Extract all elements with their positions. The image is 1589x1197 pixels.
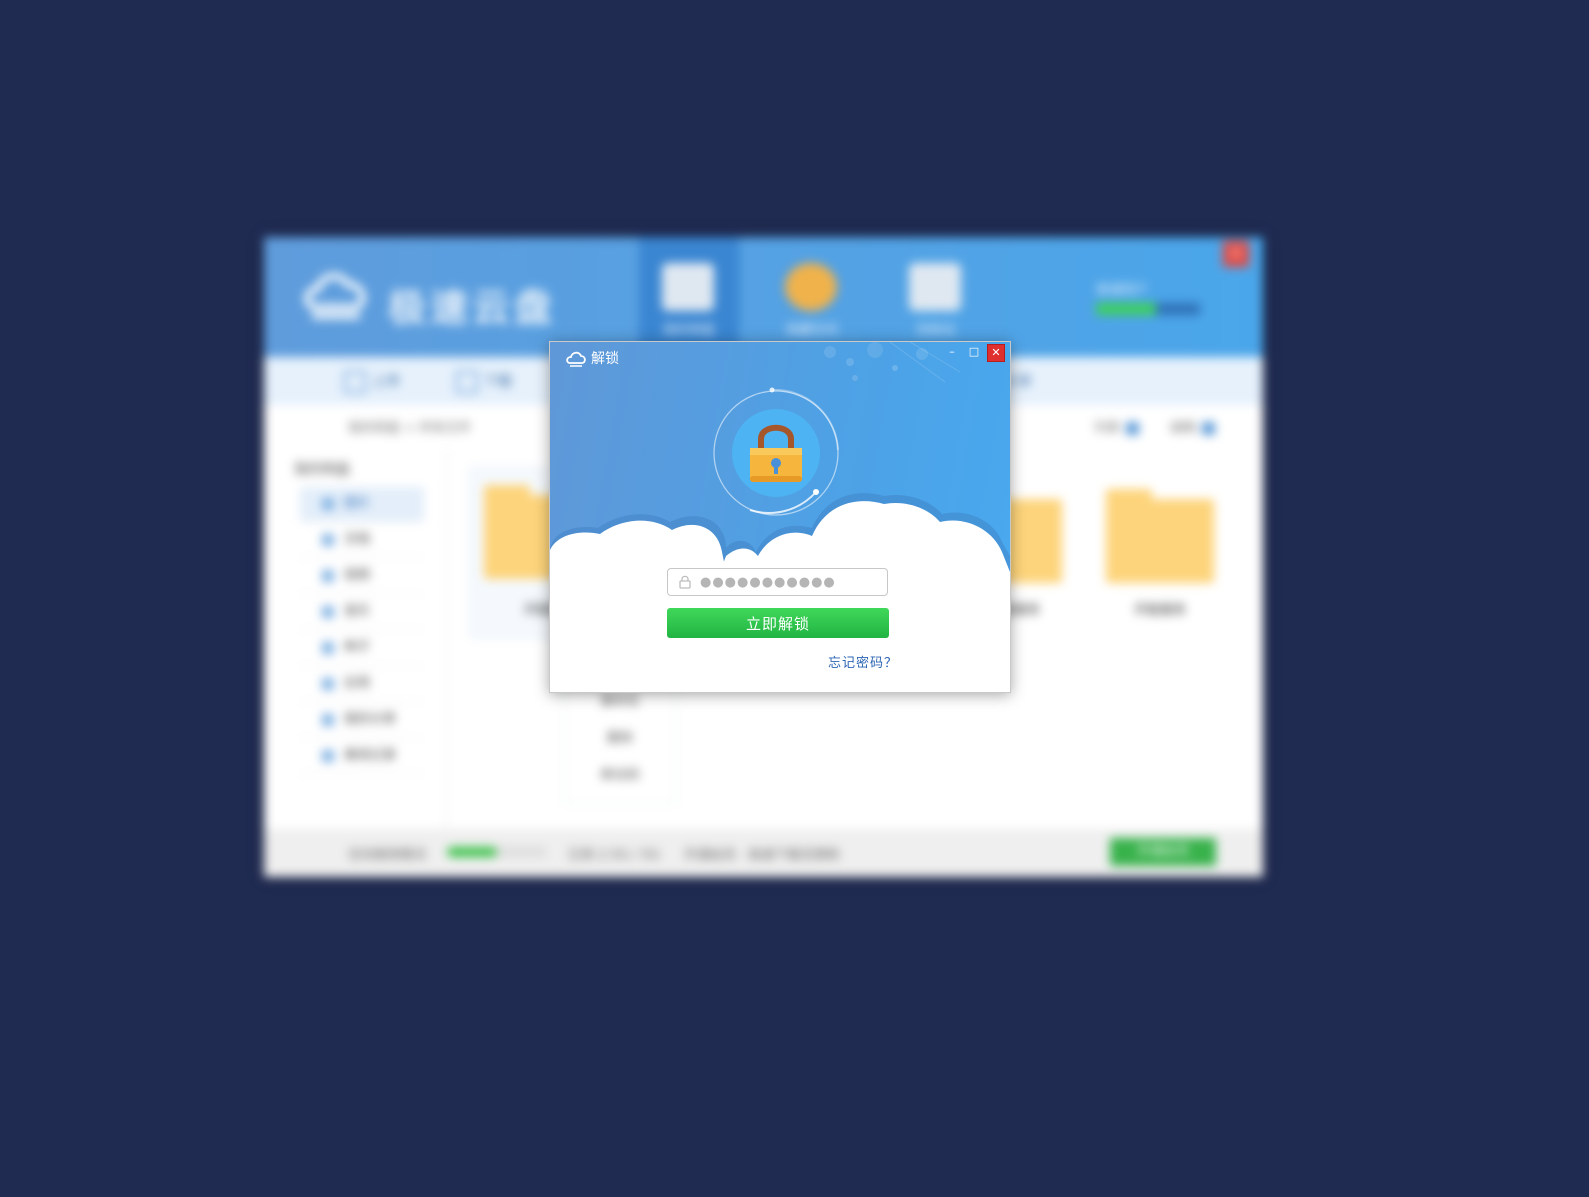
app-header: 极速云盘 我的网盘 隐藏空间 回收站 普通用户 ✕ — [264, 237, 1263, 357]
sidebar-item[interactable]: 图片 — [300, 487, 424, 522]
context-menu-item[interactable]: 删除 — [565, 720, 675, 757]
sidebar-item[interactable]: 应用 — [300, 667, 424, 702]
close-button[interactable]: ✕ — [987, 344, 1005, 362]
context-menu: 重命名 删除 移动到 — [564, 682, 676, 804]
sidebar-item[interactable]: 音乐 — [300, 595, 424, 630]
usage-bar — [447, 847, 547, 857]
sidebar-item[interactable]: 视频 — [300, 559, 424, 594]
sidebar-item[interactable]: 离线记录 — [300, 739, 424, 774]
status-label: 空间使用情况 — [348, 848, 427, 863]
status-bar: 空间使用情况 已用 2.5G / 5G 开通会员 · 极速下载无限制 开通会员 — [264, 829, 1263, 877]
context-menu-item[interactable]: 移动到 — [565, 757, 675, 794]
user-label: 普通用户 — [1096, 283, 1149, 298]
password-input[interactable] — [700, 572, 880, 592]
trash-icon — [909, 263, 961, 311]
nav-label: 隐藏空间 — [785, 323, 838, 338]
lock-icon — [679, 575, 691, 589]
nav-my-disk[interactable]: 我的网盘 — [639, 237, 739, 357]
password-field — [667, 568, 888, 596]
app-window-buttons: ✕ — [1159, 241, 1249, 267]
sidebar-item[interactable]: 文档 — [300, 523, 424, 558]
breadcrumb: 我的网盘 > 所有文件 — [348, 421, 472, 436]
dialog-title: 解锁 — [591, 351, 619, 367]
quota-bar — [1096, 303, 1200, 315]
sidebar-item[interactable]: 我的分享 — [300, 703, 424, 738]
forgot-password-link[interactable]: 忘记密码？ — [828, 652, 898, 671]
nav-recycle[interactable]: 回收站 — [886, 237, 986, 357]
view-thumb[interactable]: 缩略 — [1170, 417, 1216, 436]
cloud-icon — [566, 351, 586, 367]
sidebar-item[interactable]: 种子 — [300, 631, 424, 666]
unlock-button[interactable]: 立即解锁 — [667, 608, 889, 638]
upgrade-button[interactable]: 开通会员 — [1110, 838, 1216, 866]
minimize-button[interactable]: – — [943, 344, 961, 360]
upload-button[interactable]: 上传 — [344, 371, 400, 393]
shield-icon — [785, 263, 837, 311]
cloud-logo-icon — [304, 273, 366, 319]
close-icon: ✕ — [991, 346, 1001, 359]
nav-label: 回收站 — [916, 323, 956, 338]
folder-name: 开能服务 — [1133, 603, 1186, 618]
status-note: 开通会员 · 极速下载无限制 — [684, 848, 840, 863]
nav-hidden-space[interactable]: 隐藏空间 — [762, 237, 862, 357]
sidebar-title: 我的网盘 — [294, 462, 350, 478]
maximize-button[interactable]: □ — [965, 344, 983, 360]
dialog-hero: 解锁 – □ ✕ — [550, 342, 1010, 572]
download-button[interactable]: 下载 — [456, 371, 512, 393]
app-logo-text: 极速云盘 — [388, 286, 557, 330]
folder-icon[interactable] — [1106, 489, 1214, 583]
view-list[interactable]: 列表 — [1094, 417, 1140, 436]
usage-text: 已用 2.5G / 5G — [568, 848, 660, 863]
disk-icon — [662, 263, 714, 311]
nav-label: 我的网盘 — [662, 323, 715, 338]
unlock-dialog: 解锁 – □ ✕ 立即解锁 忘记密码？ — [549, 341, 1011, 693]
app-sidebar: 我的网盘 图片 文档 视频 音乐 种子 应用 我的分享 离线记录 — [264, 449, 447, 829]
app-close-icon: ✕ — [1223, 241, 1249, 267]
padlock-icon — [750, 424, 802, 482]
